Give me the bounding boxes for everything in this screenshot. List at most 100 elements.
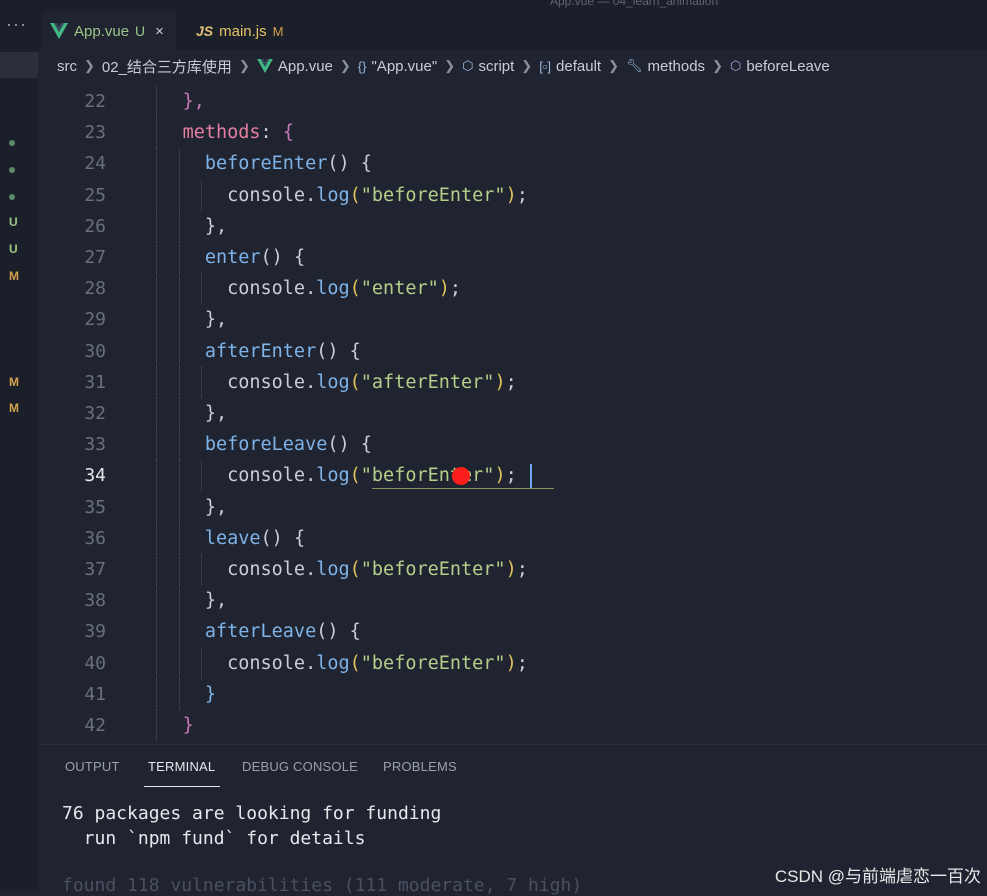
chevron-right-icon: ❯: [444, 58, 456, 73]
code-line[interactable]: 25 console.log("beforeEnter");: [38, 179, 987, 211]
code-line[interactable]: 28 console.log("enter");: [38, 273, 987, 305]
code-line[interactable]: 27 enter() {: [38, 242, 987, 273]
code-text: },: [138, 211, 227, 242]
line-number: 38: [84, 590, 106, 612]
chevron-right-icon: ❯: [238, 58, 250, 73]
code-text: afterEnter() {: [138, 336, 361, 367]
code-token: console: [227, 559, 306, 580]
code-token: enter: [204, 247, 261, 268]
code-token: },: [204, 496, 228, 518]
tab-status-badge: M: [272, 23, 284, 39]
code-line[interactable]: 39 afterLeave() {: [38, 616, 987, 648]
breadcrumb-item[interactable]: methods: [648, 58, 706, 75]
tab-label: main.js: [219, 22, 267, 40]
code-token: {: [282, 122, 294, 144]
tab-terminal[interactable]: TERMINAL: [148, 759, 215, 774]
code-token: ): [438, 278, 450, 300]
code-token: log: [316, 184, 350, 206]
code-text: enter() {: [138, 242, 305, 273]
breadcrumb-item[interactable]: default: [556, 58, 601, 75]
cube-icon: ⬡: [462, 58, 474, 73]
cube-icon: ⬡: [729, 58, 742, 73]
code-line[interactable]: 41 }: [38, 678, 987, 710]
code-line[interactable]: 30 afterEnter() {: [38, 335, 987, 367]
code-line[interactable]: 23 methods: {: [38, 117, 987, 149]
code-token: },: [204, 215, 228, 237]
code-token: .: [305, 652, 317, 674]
tab-problems[interactable]: PROBLEMS: [383, 759, 457, 774]
code-line[interactable]: 38 },: [38, 585, 987, 617]
tab-debug-console[interactable]: DEBUG CONSOLE: [242, 759, 358, 774]
breadcrumb-item[interactable]: App.vue: [278, 58, 333, 75]
code-line[interactable]: 29 },: [38, 304, 987, 336]
breadcrumb-item[interactable]: 02_结合三方库使用: [102, 56, 232, 77]
code-text: console.log("afterEnter");: [138, 367, 517, 398]
code-token: {: [293, 247, 306, 268]
code-token: (): [316, 621, 350, 643]
chevron-right-icon: ❯: [339, 58, 351, 73]
code-token: console: [227, 278, 306, 300]
code-line[interactable]: 42 }: [38, 710, 987, 741]
breadcrumb-item[interactable]: beforeLeave: [746, 58, 829, 75]
text-caret: [530, 464, 532, 488]
code-text: console.log("beforeEnter");: [138, 554, 528, 585]
line-number: 26: [84, 215, 106, 237]
breadcrumb-item[interactable]: "App.vue": [371, 58, 437, 75]
line-number: 28: [84, 278, 106, 300]
code-editor[interactable]: 22 }, 23 methods: {24 beforeEnter() {25 c…: [38, 86, 987, 744]
code-token: .: [305, 559, 317, 580]
string-highlight: [372, 488, 554, 489]
code-line[interactable]: 36 leave() {: [38, 522, 987, 554]
editor-tab-bar: App.vue — 04_learn_animation App.vue U ×…: [38, 0, 987, 50]
vue-icon: [256, 59, 273, 73]
code-token: console: [227, 465, 306, 487]
code-text: beforeLeave() {: [138, 429, 372, 460]
code-text: beforeEnter() {: [138, 148, 372, 179]
code-line[interactable]: 40 console.log("beforeEnter");: [38, 647, 987, 679]
git-status-badge: U: [9, 242, 18, 256]
chevron-right-icon: ❯: [521, 58, 533, 73]
breadcrumb-item[interactable]: src: [57, 58, 77, 75]
code-token: },: [204, 590, 228, 612]
breadcrumb-item[interactable]: script: [478, 58, 514, 75]
tab-main-js[interactable]: JS main.js M: [188, 12, 293, 50]
code-line[interactable]: 32 },: [38, 398, 987, 429]
code-line[interactable]: 35 },: [38, 491, 987, 523]
more-actions-icon[interactable]: ···: [6, 14, 27, 35]
code-line[interactable]: 26 },: [38, 210, 987, 242]
tab-app-vue[interactable]: App.vue U ×: [42, 12, 176, 50]
code-token: :: [260, 122, 283, 144]
terminal-line: found 118 vulnerabilities (111 moderate,…: [62, 875, 583, 896]
code-line[interactable]: 31 console.log("afterEnter");: [38, 366, 987, 398]
line-number: 41: [84, 683, 106, 705]
code-token: log: [316, 278, 350, 300]
code-line[interactable]: 33 beforeLeave() {: [38, 429, 987, 461]
code-token: }: [182, 715, 194, 736]
code-token: log: [316, 371, 350, 393]
active-tab-underline: [144, 786, 220, 787]
code-line[interactable]: 37 console.log("beforeEnter");: [38, 554, 987, 585]
code-text: }: [138, 679, 216, 710]
line-number: 30: [84, 340, 106, 362]
close-icon[interactable]: ×: [155, 23, 164, 40]
code-line[interactable]: 24 beforeEnter() {: [38, 148, 987, 180]
tab-output[interactable]: OUTPUT: [65, 759, 120, 774]
code-line[interactable]: 22 },: [38, 86, 987, 117]
code-token: console: [227, 652, 306, 674]
code-text: console.log("enter");: [138, 273, 461, 304]
code-text: console.log("beforeEnter");: [138, 180, 528, 211]
code-token: ): [505, 559, 517, 580]
code-line[interactable]: 34 console.log("beforEnter");: [38, 460, 987, 492]
terminal-line: 76 packages are looking for funding: [62, 803, 442, 824]
code-token: }: [204, 683, 216, 705]
code-token: (): [260, 527, 294, 549]
